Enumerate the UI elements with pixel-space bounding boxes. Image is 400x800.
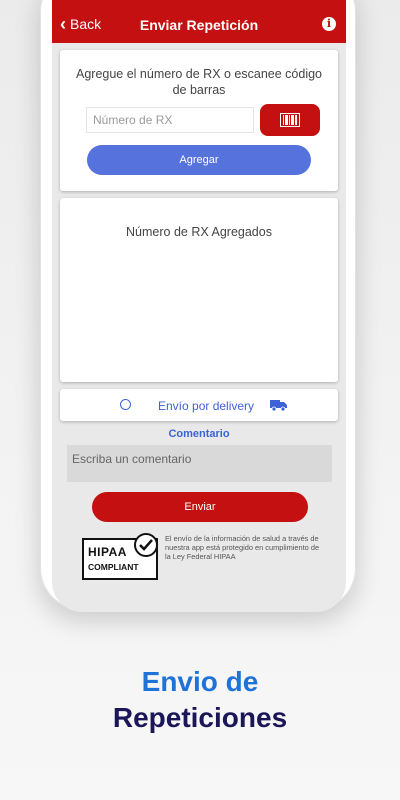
submit-button[interactable]: Enviar [92, 492, 308, 522]
truck-icon [270, 400, 287, 411]
add-rx-card: Agregue el número de RX o escanee código… [60, 50, 338, 191]
add-rx-instruction: Agregue el número de RX o escanee código… [76, 67, 322, 97]
app-screen: ‹ Back Enviar Repetición i Agregue el nú… [52, 0, 346, 612]
checkmark-icon [134, 533, 158, 557]
added-rx-card: Número de RX Agregados [60, 198, 338, 382]
hipaa-badge-line2: COMPLIANT [88, 562, 139, 572]
comment-input[interactable] [67, 445, 332, 482]
tagline: Envio de Repeticiones [0, 664, 400, 736]
page-title: Enviar Repetición [139, 17, 259, 33]
delivery-label: Envío por delivery [158, 399, 255, 413]
added-rx-title: Número de RX Agregados [126, 225, 272, 239]
barcode-icon [280, 113, 300, 127]
hipaa-badge-line1: HIPAA [88, 545, 127, 559]
tagline-line1: Envio de [141, 666, 259, 697]
rx-number-input[interactable] [86, 107, 254, 133]
top-bar: ‹ Back Enviar Repetición i [52, 0, 346, 43]
comment-label: Comentario [168, 428, 230, 440]
delivery-option[interactable]: Envío por delivery [60, 389, 338, 421]
add-button[interactable]: Agregar [87, 145, 311, 175]
scan-barcode-button[interactable] [260, 104, 320, 136]
info-icon[interactable]: i [322, 17, 336, 31]
delivery-radio[interactable] [120, 399, 131, 410]
tagline-line2: Repeticiones [112, 702, 288, 733]
hipaa-notice: El envío de la información de salud a tr… [165, 534, 320, 561]
